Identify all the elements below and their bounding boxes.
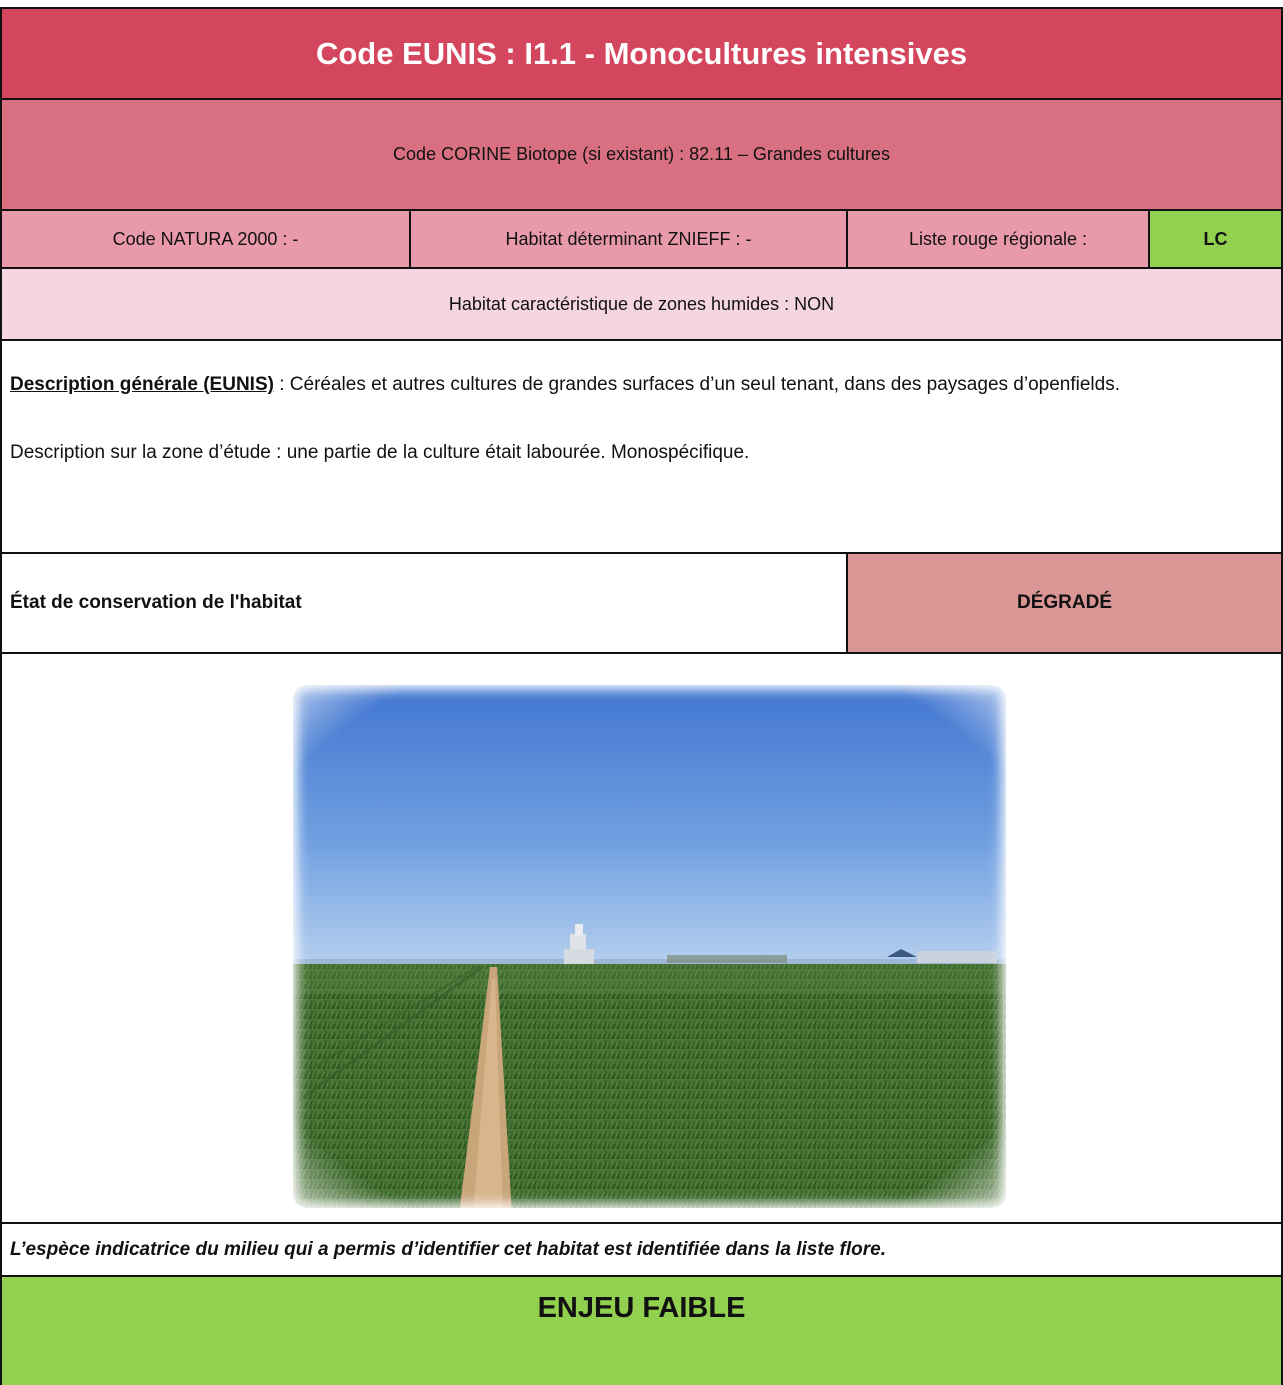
enjeu-row: ENJEU FAIBLE: [0, 1275, 1283, 1385]
habitat-sheet: Code EUNIS : I1.1 - Monocultures intensi…: [0, 0, 1283, 1385]
indicator-note: L’espèce indicatrice du milieu qui a per…: [10, 1238, 886, 1260]
conservation-status: DÉGRADÉ: [848, 554, 1281, 652]
znieff-status: Habitat déterminant ZNIEFF : -: [505, 228, 752, 249]
conservation-row: État de conservation de l'habitat DÉGRAD…: [0, 552, 1283, 652]
general-description: Description générale (EUNIS) : Céréales …: [10, 367, 1273, 403]
codes-row: Code NATURA 2000 : - Habitat déterminant…: [0, 209, 1283, 267]
znieff-cell: Habitat déterminant ZNIEFF : -: [411, 211, 848, 267]
wheat-field-photo: [287, 679, 1012, 1214]
natura-cell: Code NATURA 2000 : -: [2, 211, 411, 267]
habitat-title-row: Code EUNIS : I1.1 - Monocultures intensi…: [0, 7, 1283, 98]
general-description-text: : Céréales et autres cultures de grandes…: [273, 374, 1120, 395]
liste-rouge-value: LC: [1203, 228, 1228, 249]
enjeu-level: ENJEU FAIBLE: [537, 1291, 746, 1324]
corine-row: Code CORINE Biotope (si existant) : 82.1…: [0, 98, 1283, 209]
photo-vignette: [287, 679, 1012, 1214]
corine-code: Code CORINE Biotope (si existant) : 82.1…: [393, 144, 890, 164]
photo-row: [0, 652, 1283, 1222]
zones-humides-row: Habitat caractéristique de zones humides…: [0, 267, 1283, 339]
indicator-note-row: L’espèce indicatrice du milieu qui a per…: [0, 1222, 1283, 1275]
habitat-title: Code EUNIS : I1.1 - Monocultures intensi…: [315, 35, 968, 71]
liste-rouge-label: Liste rouge régionale :: [908, 228, 1088, 249]
general-description-label: Description générale (EUNIS): [10, 374, 274, 395]
description-row: Description générale (EUNIS) : Céréales …: [0, 339, 1283, 552]
field-landscape-image: [287, 679, 1012, 1214]
natura-code: Code NATURA 2000 : -: [112, 228, 299, 249]
liste-rouge-cell: Liste rouge régionale :: [848, 211, 1150, 267]
conservation-label: État de conservation de l'habitat: [2, 554, 848, 652]
zones-humides-status: Habitat caractéristique de zones humides…: [448, 293, 835, 314]
zone-description: Description sur la zone d’étude : une pa…: [10, 442, 750, 464]
liste-rouge-value-cell: LC: [1150, 211, 1281, 267]
